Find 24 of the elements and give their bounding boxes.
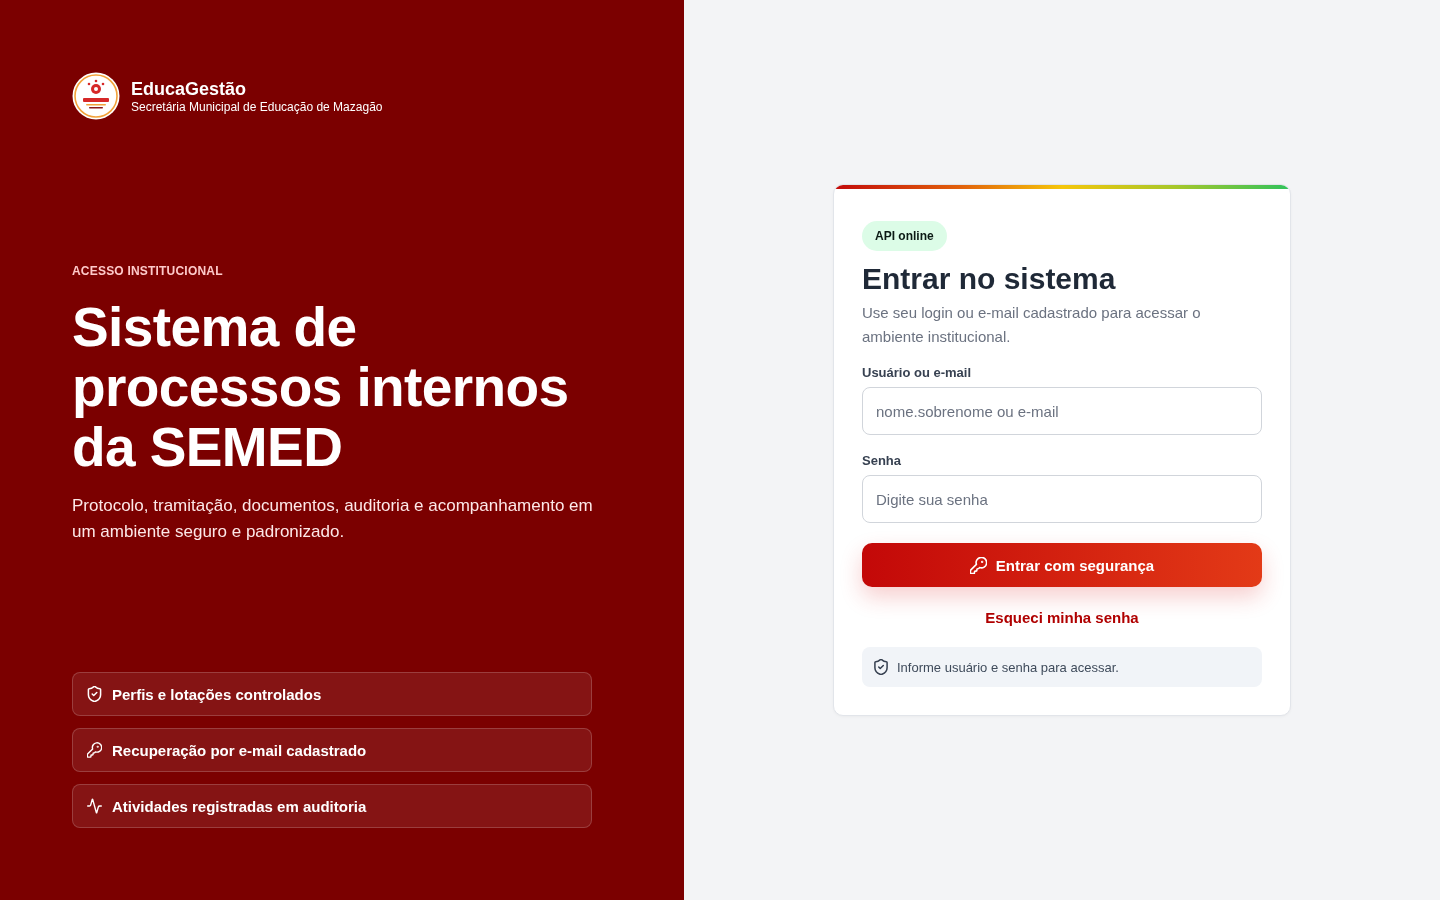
brand-subtitle: Secretária Municipal de Educação de Mazagão: [131, 99, 383, 115]
login-title: Entrar no sistema: [862, 261, 1117, 297]
password-field[interactable]: Digite sua senha: [862, 475, 1262, 523]
feature-label: Atividades registradas em auditoria: [112, 797, 367, 815]
key-icon: [969, 556, 987, 574]
forgot-password-link[interactable]: Esqueci minha senha: [985, 609, 1139, 627]
eyebrow-label: ACESSO INSTITUCIONAL: [72, 263, 224, 279]
emblem-logo: [72, 72, 120, 120]
status-badge: API online: [862, 221, 947, 251]
shield-check-icon: [87, 686, 102, 702]
submit-button[interactable]: Entrar com segurança: [862, 543, 1262, 587]
login-description: Use seu login ou e-mail cadastrado para acessar o ambiente institucional.: [862, 303, 1202, 347]
feature-label: Perfis e lotações controlados: [112, 685, 322, 703]
shield-check-icon: [874, 659, 888, 675]
key-icon: [87, 742, 102, 758]
field-label: Usuário ou e-mail: [862, 365, 973, 381]
notice-text: Informe usuário e senha para acessar.: [897, 659, 1119, 675]
feature-label: Recuperação por e-mail cadastrado: [112, 741, 367, 759]
pulse-line-icon: [87, 798, 102, 814]
brand-name: EducaGestão: [131, 77, 248, 100]
username-field[interactable]: nome.sobrenome ou e-mail: [862, 387, 1262, 435]
hero-description: Protocolo, tramitação, documentos, auditoria e acompanhamento em um ambiente seguro e padronizado.: [72, 495, 594, 543]
hero-headline: Sistema de processos internos da SEMED: [72, 297, 570, 477]
field-label: Senha: [862, 453, 902, 469]
